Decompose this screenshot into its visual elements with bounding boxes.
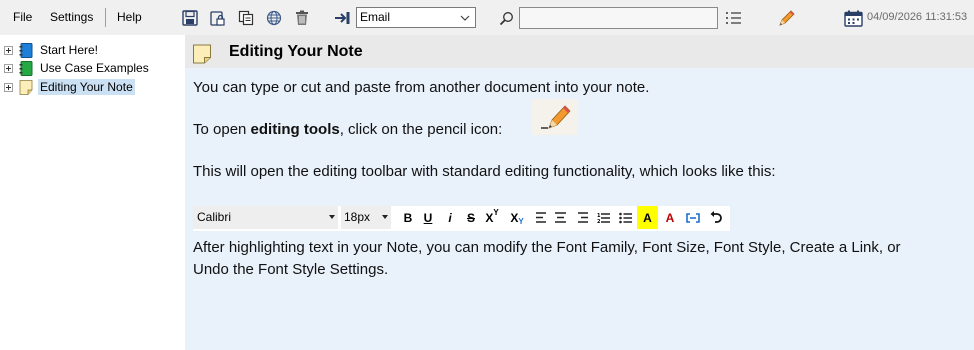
superscript-mark: Y	[493, 208, 499, 217]
superscript-base: X	[485, 210, 494, 225]
highlight-button: A	[637, 206, 658, 229]
search-icon[interactable]	[497, 9, 515, 27]
caret-down-icon	[329, 215, 335, 219]
calendar-icon[interactable]	[843, 9, 863, 27]
font-size-select: 18px	[341, 206, 391, 229]
subscript-mark: Y	[518, 217, 524, 226]
note-paragraph-3: This will open the editing toolbar with …	[193, 163, 776, 180]
tree-item-label: Editing Your Note	[38, 79, 135, 95]
tree-item-editing-your-note[interactable]: Editing Your Note	[4, 78, 135, 96]
export-target-select[interactable]: Email	[356, 7, 476, 28]
link-icon	[685, 208, 701, 227]
save-icon[interactable]	[181, 9, 199, 27]
trash-icon[interactable]	[293, 9, 311, 27]
note-title[interactable]: Editing Your Note	[229, 43, 363, 61]
blue-notebook-icon	[19, 42, 33, 58]
underline-button: U	[423, 210, 433, 225]
current-datetime: 04/09/2026 11:31:53	[867, 11, 968, 23]
bold-button: B	[403, 210, 413, 225]
font-color-button: A	[665, 210, 675, 225]
subscript-button: XY	[508, 208, 526, 227]
svg-text:2: 2	[597, 219, 601, 224]
tree-item-start-here[interactable]: Start Here!	[4, 41, 100, 59]
align-left-icon	[533, 208, 549, 227]
bullet-list-icon	[617, 208, 633, 227]
note-icon	[192, 44, 212, 67]
paragraph-text: To open	[193, 121, 251, 138]
note-paragraph-1: You can type or cut and paste from anoth…	[193, 79, 650, 96]
menu-file[interactable]: File	[13, 10, 32, 24]
expand-icon[interactable]	[4, 63, 13, 73]
note-paragraph-4-line-2: Undo the Font Style Settings.	[193, 261, 389, 278]
undo-icon	[707, 208, 723, 227]
strikethrough-button: S	[466, 210, 475, 225]
subscript-base: X	[510, 210, 519, 225]
numbered-list-icon: 12	[595, 208, 611, 227]
export-target-value: Email	[360, 10, 391, 24]
menu-divider	[105, 8, 106, 27]
tree-item-label: Use Case Examples	[40, 61, 149, 75]
pencil-icon-picture	[532, 99, 578, 135]
font-family-select: Calibri	[193, 206, 338, 229]
editing-toolbar-picture: Calibri 18px B U i S XY XY 12 A A	[193, 206, 730, 231]
tree-item-label: Start Here!	[40, 43, 99, 57]
tree-item-use-case-examples[interactable]: Use Case Examples	[4, 59, 151, 77]
note-paragraph-4-line-1: After highlighting text in your Note, yo…	[193, 239, 901, 256]
paragraph-text: , click on the pencil icon:	[339, 121, 503, 138]
caret-down-icon	[382, 215, 388, 219]
note-icon	[19, 79, 33, 95]
align-right-icon	[574, 208, 590, 227]
pencil-icon[interactable]	[776, 9, 796, 27]
list-options-icon[interactable]	[725, 9, 743, 27]
globe-icon[interactable]	[265, 9, 283, 27]
lock-save-icon[interactable]	[208, 9, 226, 27]
menu-settings[interactable]: Settings	[50, 10, 93, 24]
bold-text: editing tools	[250, 121, 340, 138]
expand-icon[interactable]	[4, 82, 13, 92]
align-center-icon	[552, 208, 568, 227]
copy-icon[interactable]	[237, 9, 255, 27]
notes-tree: Start Here! Use Case Examples Editing Yo…	[0, 35, 185, 350]
note-paragraph-2: To open editing tools, click on the penc…	[193, 120, 502, 140]
chevron-down-icon[interactable]	[457, 9, 473, 26]
font-family-value: Calibri	[197, 210, 232, 224]
export-icon[interactable]	[333, 9, 351, 27]
search-input[interactable]	[519, 7, 718, 29]
italic-button: i	[448, 210, 452, 225]
top-toolbar: File Settings Help Email 04/09/2026 11:3…	[0, 0, 974, 35]
expand-icon[interactable]	[4, 45, 13, 55]
superscript-button: XY	[483, 208, 501, 227]
green-notebook-icon	[19, 60, 33, 76]
menu-help[interactable]: Help	[117, 10, 142, 24]
font-size-value: 18px	[344, 210, 371, 224]
